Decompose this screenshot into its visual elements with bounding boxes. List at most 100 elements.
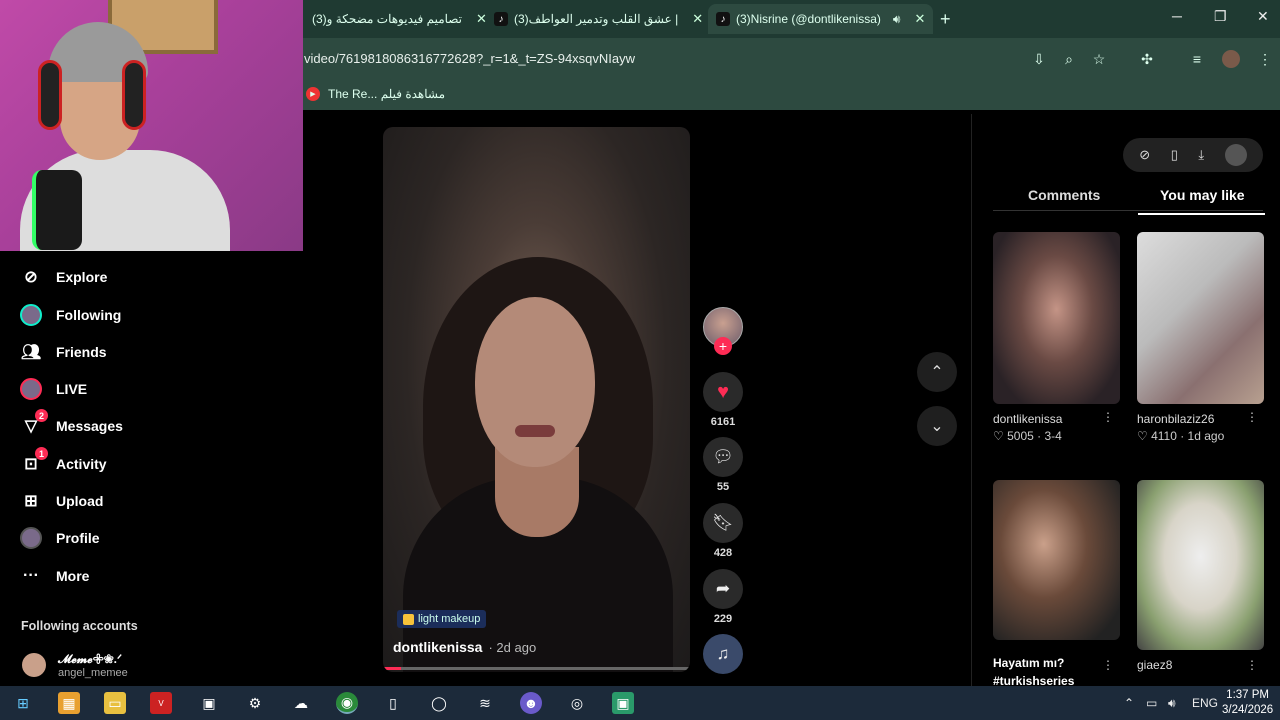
bookmark-item[interactable]: ▶ The Re... مشاهدة فيلم bbox=[306, 87, 445, 101]
microphone bbox=[32, 170, 82, 250]
video-author[interactable]: dontlikenissa · 2d ago bbox=[393, 639, 536, 655]
zoom-icon[interactable]: ⌕ bbox=[1060, 50, 1078, 68]
chrome-icon[interactable]: ◉ bbox=[336, 692, 358, 714]
sound-disc-button[interactable]: ♫ bbox=[703, 634, 743, 674]
suggested-video-card[interactable]: ⋮ giaez8 bbox=[1137, 480, 1264, 672]
close-icon[interactable]: ✕ bbox=[692, 11, 703, 27]
install-icon[interactable]: ⇩ bbox=[1030, 50, 1048, 68]
following-accounts-title: Following accounts bbox=[21, 619, 138, 633]
video-thumbnail bbox=[993, 232, 1120, 404]
nav-activity[interactable]: ⊡ 1 Activity bbox=[20, 447, 107, 477]
profile-icon bbox=[20, 527, 42, 549]
more-options-icon[interactable]: ⋮ bbox=[1246, 410, 1258, 424]
file-explorer-icon[interactable]: ▭ bbox=[104, 692, 126, 714]
browser-tab-1[interactable]: (3)تصاميم فيديوهات مضحكة و ✕ bbox=[304, 4, 495, 34]
avatar-icon bbox=[20, 304, 42, 326]
nav-friends[interactable]: 👥︎ Friends bbox=[20, 339, 107, 365]
friends-icon: 👥︎ bbox=[20, 344, 42, 361]
nav-following[interactable]: Following bbox=[20, 302, 121, 328]
next-video-button[interactable]: ⌄ bbox=[917, 406, 957, 446]
download-icon[interactable]: ⤓ bbox=[1198, 147, 1204, 163]
chevron-up-icon[interactable]: ⌃ bbox=[1124, 696, 1134, 710]
effect-tag[interactable]: light makeup bbox=[397, 610, 487, 628]
autoscroll-icon[interactable]: ⊘ bbox=[1139, 147, 1150, 163]
voicemeeter-icon[interactable]: V bbox=[150, 692, 172, 714]
start-icon[interactable]: ⊞ bbox=[12, 692, 34, 714]
suggested-video-card[interactable]: ⋮ dontlikenissa ♡ 5005 · 3-4 bbox=[993, 232, 1120, 443]
more-options-icon[interactable]: ⋮ bbox=[1246, 658, 1258, 672]
follow-plus-icon[interactable]: + bbox=[714, 337, 732, 355]
share-button[interactable]: ➦ 229 bbox=[703, 569, 743, 625]
location-icon[interactable]: ◎ bbox=[566, 692, 588, 714]
account-handle: angel_memee bbox=[58, 667, 128, 679]
app-icon[interactable]: ▣ bbox=[198, 692, 220, 714]
maximize-icon[interactable]: ❐ bbox=[1214, 8, 1227, 25]
browser-tab-2[interactable]: ♪ (3)عشق القلب وتدمير العواطف | ✕ bbox=[486, 4, 711, 34]
suggested-video-card[interactable]: ⋮ haronbilaziz26 ♡ 4110 · 1d ago bbox=[1137, 232, 1264, 443]
close-icon[interactable]: ✕ bbox=[914, 11, 925, 27]
app-icon[interactable]: ≋ bbox=[474, 692, 496, 714]
extensions-icon[interactable]: ✣ bbox=[1138, 50, 1156, 68]
avatar bbox=[22, 652, 46, 677]
card-author: dontlikenissa bbox=[993, 412, 1063, 426]
webcam-overlay bbox=[0, 0, 303, 251]
obs-icon[interactable]: ◯ bbox=[428, 692, 450, 714]
store-icon[interactable]: ▦ bbox=[58, 692, 80, 714]
discord-icon[interactable]: ☻ bbox=[520, 692, 542, 714]
browser-tab-3[interactable]: ♪ (3)Nisrine (@dontlikenissa) 🔊︎ ✕ bbox=[708, 4, 934, 34]
more-options-icon[interactable]: ⋮ bbox=[1102, 410, 1114, 424]
compass-icon: ⊘ bbox=[24, 269, 38, 286]
phone-icon[interactable]: ▯ bbox=[1171, 147, 1178, 163]
chevron-up-icon: ⌃ bbox=[930, 364, 944, 381]
following-account[interactable]: 𝓜𝓮𝓶𝓮𖧷❀.ᐟ angel_memee bbox=[22, 650, 128, 679]
creator-avatar-button[interactable]: + bbox=[703, 307, 743, 355]
tab-title: (3)تصاميم فيديوهات مضحكة و bbox=[312, 12, 463, 26]
notepad-icon[interactable]: ▯ bbox=[382, 692, 404, 714]
author-name: dontlikenissa bbox=[393, 639, 483, 655]
card-meta: ♡ 4110 · 1d ago bbox=[1137, 429, 1225, 443]
menu-dots-icon[interactable]: ⋮ bbox=[1256, 50, 1274, 68]
window-close-icon[interactable]: ✕ bbox=[1257, 8, 1269, 25]
media-control-icon[interactable]: ≡ bbox=[1188, 50, 1206, 68]
video-thumbnail bbox=[1137, 232, 1264, 404]
nav-label: Following bbox=[56, 307, 122, 323]
suggested-video-card[interactable]: ⋮ Hayatım mı? #turkishseries bbox=[993, 480, 1120, 690]
tab-you-may-like[interactable]: You may like bbox=[1138, 187, 1265, 215]
nav-more[interactable]: ··· More bbox=[20, 563, 89, 589]
star-icon[interactable]: ☆ bbox=[1090, 50, 1108, 68]
steam-icon[interactable]: ⚙︎ bbox=[244, 692, 266, 714]
minimize-icon[interactable]: ─ bbox=[1172, 8, 1182, 24]
profile-icon[interactable] bbox=[1224, 144, 1247, 166]
tab-title: (3)Nisrine (@dontlikenissa) bbox=[736, 12, 881, 26]
nav-label: Profile bbox=[56, 530, 100, 546]
app-icon[interactable]: ▣ bbox=[612, 692, 634, 714]
tab-underline bbox=[1138, 213, 1265, 215]
video-thumbnail bbox=[1137, 480, 1264, 650]
url-field[interactable]: video/7619818086316772628?_r=1&_t=ZS-94x… bbox=[304, 51, 635, 66]
nav-explore[interactable]: ⊘ Explore bbox=[20, 264, 107, 290]
nav-profile[interactable]: Profile bbox=[20, 525, 100, 551]
previous-video-button[interactable]: ⌃ bbox=[917, 352, 957, 392]
profile-avatar[interactable] bbox=[1222, 50, 1240, 68]
speaker-icon[interactable]: 🔊︎ bbox=[893, 12, 901, 27]
like-button[interactable]: ♥ 6161 bbox=[703, 372, 743, 428]
nav-live[interactable]: LIVE bbox=[20, 376, 87, 402]
bookmark-label: The Re... مشاهدة فيلم bbox=[328, 87, 446, 101]
app-icon[interactable]: ☁︎ bbox=[290, 692, 312, 714]
video-progress[interactable] bbox=[383, 667, 690, 670]
video-player[interactable]: light makeup dontlikenissa · 2d ago bbox=[383, 127, 690, 672]
panel-tabs: Comments You may like bbox=[993, 183, 1265, 215]
language-indicator[interactable]: ENG bbox=[1192, 696, 1218, 710]
system-clock[interactable]: 1:37 PM 3/24/2026 bbox=[1222, 688, 1273, 718]
bookmark-button[interactable]: 🔖︎ 428 bbox=[703, 503, 743, 559]
tab-comments[interactable]: Comments bbox=[1028, 187, 1100, 203]
network-icon[interactable]: ▭ bbox=[1146, 696, 1157, 710]
card-meta: ♡ 5005 · 3-4 bbox=[993, 429, 1062, 443]
new-tab-button[interactable]: + bbox=[932, 4, 959, 34]
volume-icon[interactable]: 🔊︎ bbox=[1168, 696, 1176, 711]
nav-messages[interactable]: ▽ 2 Messages bbox=[20, 409, 123, 439]
nav-label: Friends bbox=[56, 344, 107, 360]
more-options-icon[interactable]: ⋮ bbox=[1102, 658, 1114, 672]
comment-button[interactable]: 💬︎ 55 bbox=[703, 437, 743, 493]
nav-upload[interactable]: ⊞ Upload bbox=[20, 488, 103, 514]
